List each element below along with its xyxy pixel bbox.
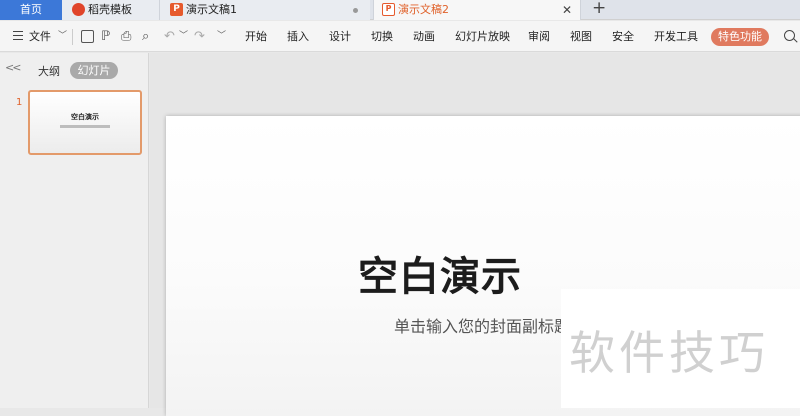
tab-template[interactable]: 稻壳模板	[62, 0, 160, 20]
slide-subtitle[interactable]: 单击输入您的封面副标题	[394, 313, 570, 337]
tab-doc1-label: 演示文稿1	[186, 3, 237, 16]
close-icon[interactable]: ✕	[562, 0, 572, 20]
menu-transition[interactable]: 切换	[371, 21, 393, 52]
redo-icon[interactable]: ↷	[194, 21, 205, 52]
unsaved-dot-icon	[353, 8, 358, 13]
thumbnail-subtitle-line	[60, 125, 110, 128]
collapse-panel-icon[interactable]: <<	[5, 61, 22, 74]
menu-animation[interactable]: 动画	[413, 21, 435, 52]
tab-doc2[interactable]: P 演示文稿2 ✕	[373, 0, 581, 20]
watermark: 软件技巧	[561, 289, 800, 408]
docer-logo-icon	[72, 3, 85, 16]
file-menu[interactable]: 文件	[29, 21, 51, 52]
slide-number: 1	[16, 97, 23, 108]
menu-start[interactable]: 开始	[245, 21, 267, 52]
print-icon[interactable]: ⎙	[121, 21, 131, 52]
thumbnail-title: 空白演示	[71, 113, 99, 121]
tab-doc2-label: 演示文稿2	[398, 3, 449, 16]
print-preview-icon[interactable]: ⌕	[142, 21, 149, 52]
new-tab-icon[interactable]: +	[592, 0, 606, 18]
undo-icon[interactable]: ↶	[164, 21, 175, 52]
format-painter-icon[interactable]: ℙ	[101, 21, 110, 52]
menu-view[interactable]: 视图	[570, 21, 592, 52]
slide-thumbnail[interactable]: 空白演示	[28, 90, 142, 155]
search-icon[interactable]	[784, 30, 795, 41]
save-icon[interactable]	[81, 30, 94, 43]
menu-review[interactable]: 审阅	[528, 21, 550, 52]
chevron-down-icon[interactable]: ﹀	[179, 21, 188, 52]
customize-toolbar-icon[interactable]: ﹀	[217, 21, 226, 52]
slide-title[interactable]: 空白演示	[358, 244, 522, 302]
watermark-text: 软件技巧	[569, 326, 769, 380]
menu-bar: 文件 ﹀ ℙ ⎙ ⌕ ↶ ﹀ ↷ ﹀ 开始 插入 设计 切换 动画 幻灯片放映 …	[0, 21, 800, 52]
menu-developer[interactable]: 开发工具	[654, 21, 698, 52]
tab-slides[interactable]: 幻灯片	[70, 62, 118, 79]
tab-outline[interactable]: 大纲	[38, 63, 60, 79]
presentation-icon: P	[382, 3, 395, 16]
chevron-down-icon[interactable]: ﹀	[58, 21, 67, 52]
slide-panel: << 大纲 幻灯片 1 空白演示	[0, 53, 149, 408]
menu-icon[interactable]	[13, 31, 23, 40]
menu-security[interactable]: 安全	[612, 21, 634, 52]
divider	[72, 29, 73, 45]
menu-slideshow[interactable]: 幻灯片放映	[455, 21, 510, 52]
tab-template-label: 稻壳模板	[88, 3, 132, 16]
presentation-icon: P	[170, 3, 183, 16]
special-features-button[interactable]: 特色功能	[711, 28, 769, 46]
menu-insert[interactable]: 插入	[287, 21, 309, 52]
tab-bar: 首页 稻壳模板 P 演示文稿1 P 演示文稿2 ✕ +	[0, 0, 800, 20]
menu-design[interactable]: 设计	[329, 21, 351, 52]
tab-home[interactable]: 首页	[0, 0, 62, 20]
tab-doc1[interactable]: P 演示文稿1	[160, 0, 370, 20]
